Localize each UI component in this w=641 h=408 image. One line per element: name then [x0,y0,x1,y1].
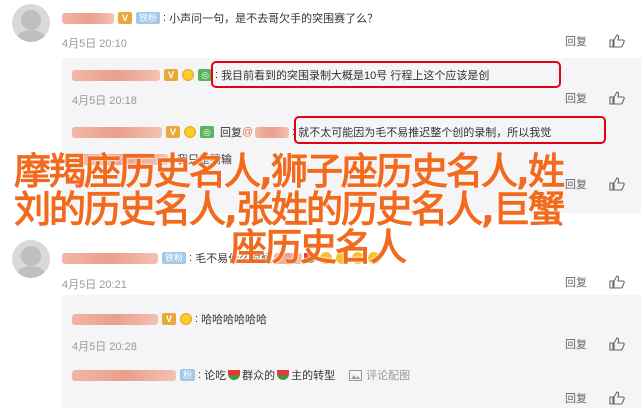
username[interactable] [72,69,160,81]
avatar[interactable] [12,240,50,278]
comment-actions: 回复 [565,336,625,352]
reply-prefix: 回复 [220,127,242,139]
comment-4-header: 粉 : 论吃 群众的 主的转型 评论配图 [72,367,410,383]
comment-text-a: 论吃 [204,370,227,382]
like-icon[interactable] [609,177,625,191]
comment-time: 4月5日 20:10 [62,38,127,50]
username[interactable] [62,252,158,264]
mention-username[interactable] [255,126,290,138]
reply-time: 4月5日 20:18 [72,95,137,107]
vip-badge-icon: V [162,313,176,325]
fans-badge-icon: 粉 [180,369,196,381]
username[interactable] [72,313,158,325]
level-badge-icon: ◎ [198,69,212,81]
reply-button[interactable]: 回复 [565,336,587,352]
reply-actions: 回复 [565,176,625,192]
reply-button[interactable]: 回复 [565,33,587,49]
like-icon[interactable] [609,337,625,351]
reply-button[interactable]: 回复 [565,274,587,290]
image-icon [349,369,363,381]
comment-actions: 回复 [565,390,625,406]
comment-time: 4月5日 20:21 [62,279,127,291]
mention-link[interactable]: @ [242,126,253,138]
like-icon[interactable] [609,91,625,105]
comment-text-c: 主的转型 [291,370,336,382]
watermelon-emoji-icon [277,370,290,380]
username[interactable] [72,369,176,381]
comment-image-label[interactable]: 评论配图 [366,367,410,383]
reply-actions: 回复 [565,90,625,106]
vip-badge-icon: V [166,126,180,138]
comment-text: 小声问一句，是不去哥欠手的突围赛了么？ [169,13,379,25]
comment-3-header: V : 哈哈哈哈哈哈 [72,311,267,327]
comment-actions: 回复 [565,33,625,49]
username[interactable] [62,12,114,24]
comment-1-header: V 铁粉 : 小声问一句，是不去哥欠手的突围赛了么？ [62,10,378,26]
comment-1: V 铁粉 : 小声问一句，是不去哥欠手的突围赛了么？ 4月5日 20:10 回复 [0,0,641,60]
comment-actions: 回复 [565,274,625,290]
fans-badge: 铁粉 [162,252,187,264]
reply-button[interactable]: 回复 [565,176,587,192]
reply-button[interactable]: 回复 [565,90,587,106]
like-icon[interactable] [609,34,625,48]
sun-badge-icon [180,313,192,325]
level-badge-icon: ◎ [200,126,214,138]
comment-time: 4月5日 20:28 [72,341,137,353]
highlight-box [211,61,561,88]
username[interactable] [72,126,162,138]
vip-badge-icon: V [164,69,178,81]
comment-text: 哈哈哈哈哈哈 [201,314,268,326]
vip-badge-icon: V [118,12,132,24]
highlight-box [294,116,606,144]
watermelon-emoji-icon [228,370,241,380]
comment-text-b: 群众的 [242,370,276,382]
overlay-line-3: 座历史名人 [230,226,407,269]
reply-button[interactable]: 回复 [565,390,587,406]
comment-image-link[interactable]: 评论配图 [349,367,410,383]
avatar[interactable] [12,4,50,42]
sun-badge-icon [182,69,194,81]
like-icon[interactable] [609,391,625,405]
like-icon[interactable] [609,275,625,289]
sun-badge-icon [184,126,196,138]
fans-badge: 铁粉 [136,12,161,24]
